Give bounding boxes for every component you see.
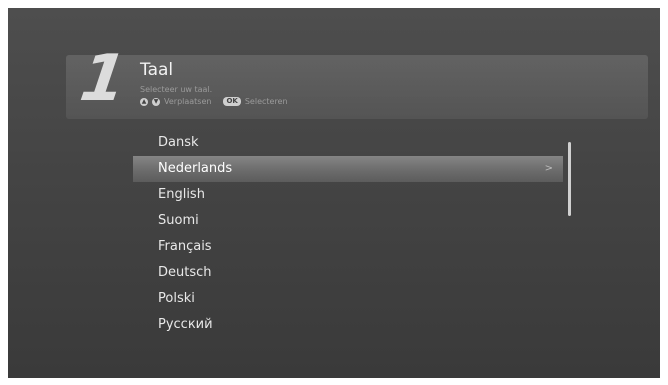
scrollbar[interactable] — [568, 142, 571, 216]
language-label: Suomi — [158, 213, 199, 228]
language-item-english[interactable]: English — [133, 182, 563, 208]
language-label: English — [158, 187, 205, 202]
language-label: Polski — [158, 291, 195, 306]
page-title: Taal — [140, 60, 174, 80]
language-item-francais[interactable]: Français — [133, 234, 563, 260]
step-number: 1 — [75, 42, 131, 116]
navigation-hints: ▲ ▼ Verplaatsen OK Selecteren — [140, 97, 288, 106]
wizard-header: 1 Taal Selecteer uw taal. ▲ ▼ Verplaatse… — [66, 42, 648, 119]
language-item-suomi[interactable]: Suomi — [133, 208, 563, 234]
language-item-deutsch[interactable]: Deutsch — [133, 260, 563, 286]
language-label: Français — [158, 239, 212, 254]
language-label: Dansk — [158, 135, 199, 150]
hint-select-label: Selecteren — [244, 97, 288, 106]
language-label: Deutsch — [158, 265, 212, 280]
language-item-nederlands[interactable]: Nederlands > — [133, 156, 563, 182]
language-item-russian[interactable]: Русский — [133, 312, 563, 338]
arrow-down-icon: ▼ — [152, 97, 160, 106]
language-item-dansk[interactable]: Dansk — [133, 130, 563, 156]
page-subtitle: Selecteer uw taal. — [140, 85, 213, 94]
arrow-up-icon: ▲ — [140, 97, 148, 106]
chevron-right-icon: > — [544, 163, 553, 174]
language-item-polski[interactable]: Polski — [133, 286, 563, 312]
language-list: Dansk Nederlands > English Suomi Françai… — [133, 130, 563, 338]
ok-button-icon: OK — [223, 97, 241, 106]
hint-move-label: Verplaatsen — [164, 97, 212, 106]
language-label: Русский — [158, 317, 213, 332]
language-label: Nederlands — [158, 161, 233, 176]
tv-screen: 1 Taal Selecteer uw taal. ▲ ▼ Verplaatse… — [8, 8, 660, 378]
